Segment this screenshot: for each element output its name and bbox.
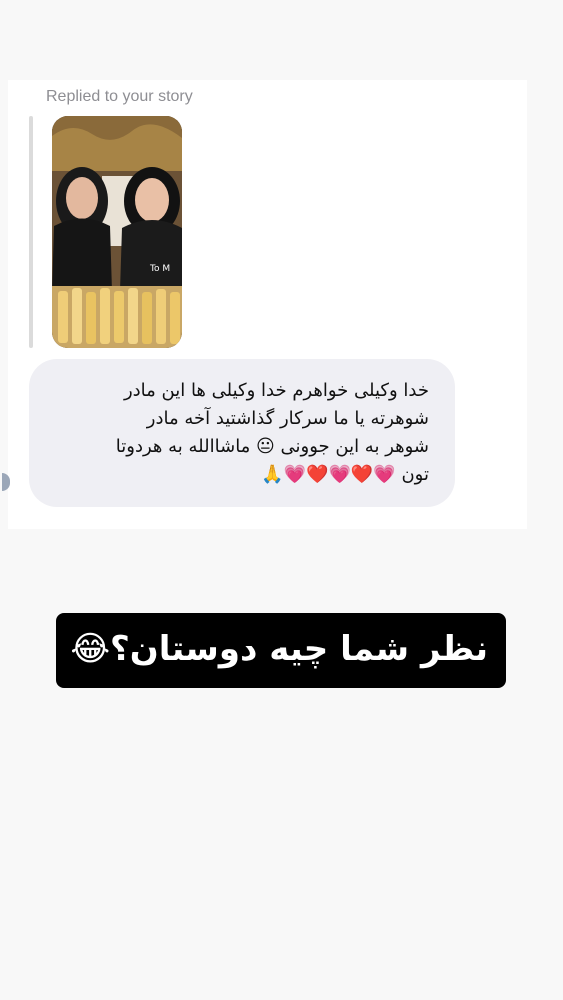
caption-text: نظر شما چیه دوستان؟😂 (70, 629, 488, 669)
story-thumbnail-photo-icon: To M (52, 116, 182, 348)
message-text: خدا وکیلی خواهرم خدا وکیلی ها این مادر ش… (115, 380, 429, 485)
message-bubble[interactable]: خدا وکیلی خواهرم خدا وکیلی ها این مادر ش… (29, 359, 455, 507)
quote-bar (29, 116, 33, 348)
story-thumbnail[interactable]: To M (52, 116, 182, 348)
story-reply-card: Replied to your story To M خدا وکیلی خوا… (8, 80, 527, 529)
caption-banner: نظر شما چیه دوستان؟😂 (56, 613, 506, 688)
svg-text:To M: To M (149, 264, 170, 274)
replied-to-story-label: Replied to your story (46, 88, 193, 105)
